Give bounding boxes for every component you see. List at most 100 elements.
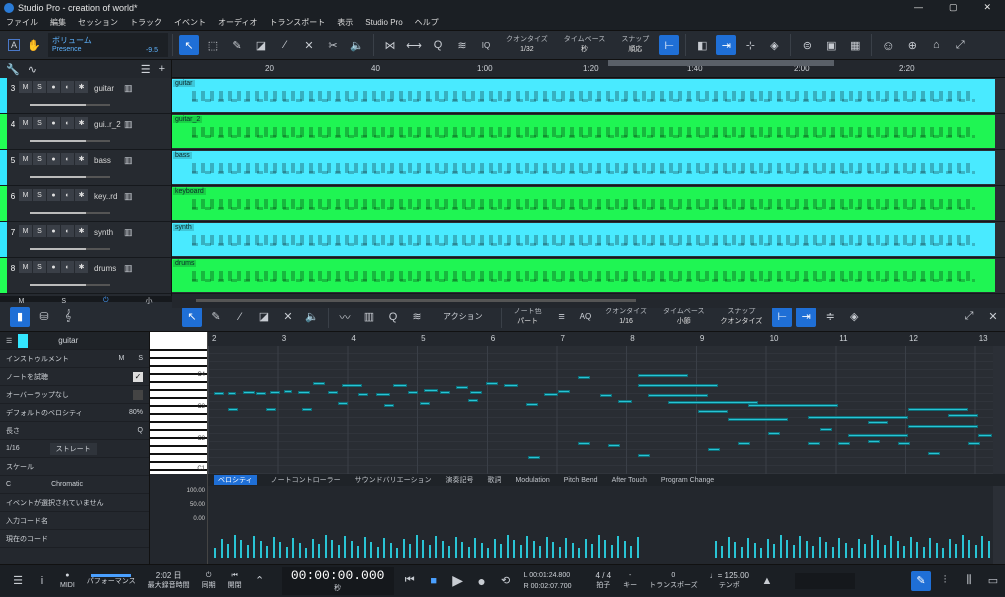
track-lane[interactable]: synth bbox=[172, 222, 1005, 258]
velocity-bar[interactable] bbox=[844, 543, 847, 558]
record-arm-button[interactable]: ● bbox=[47, 261, 60, 273]
menu-audio[interactable]: オーディオ bbox=[218, 17, 257, 28]
velocity-bar[interactable] bbox=[948, 539, 951, 558]
velocity-bar[interactable] bbox=[227, 544, 229, 558]
editor-paint-icon[interactable]: ⁄ bbox=[230, 307, 250, 327]
fullscreen-icon[interactable]: ⤢ bbox=[950, 35, 970, 55]
track-row[interactable]: 6 M S ● ◐ ✱ key..rd ▥ bbox=[0, 186, 171, 222]
editor-follow-icon[interactable]: ⇥ bbox=[796, 306, 817, 327]
record-arm-button[interactable]: ● bbox=[47, 225, 60, 237]
track-volume-slider[interactable] bbox=[30, 284, 110, 286]
midi-note[interactable] bbox=[808, 416, 908, 419]
velocity-bar[interactable] bbox=[838, 538, 840, 558]
midi-note[interactable] bbox=[486, 382, 498, 385]
mute-button[interactable]: M bbox=[19, 225, 32, 237]
monitor-button[interactable]: ◐ bbox=[61, 81, 74, 93]
midi-note[interactable] bbox=[284, 390, 292, 393]
midi-clip[interactable]: guitar bbox=[172, 79, 995, 112]
tempo-display[interactable]: ♩= 125.00 テンポ bbox=[710, 571, 749, 591]
fx-icon[interactable]: ✱ bbox=[75, 225, 88, 237]
rewind-icon[interactable]: ⏮ bbox=[400, 571, 420, 591]
menu-event[interactable]: イベント bbox=[174, 17, 206, 28]
velocity-bar[interactable] bbox=[792, 545, 795, 558]
record-arm-button[interactable]: ● bbox=[47, 189, 60, 201]
split-event-icon[interactable]: ⋈ bbox=[380, 35, 400, 55]
split-tool-icon[interactable]: ✂ bbox=[323, 35, 343, 55]
velocity-bar[interactable] bbox=[266, 546, 268, 558]
solo-button[interactable]: S bbox=[33, 117, 46, 129]
velocity-bar[interactable] bbox=[740, 547, 743, 558]
mute-button[interactable]: M bbox=[19, 153, 32, 165]
audition-checkbox[interactable]: ✓ bbox=[133, 371, 143, 382]
velocity-bar[interactable] bbox=[786, 540, 788, 558]
velocity-bar[interactable] bbox=[331, 540, 333, 558]
menu-view[interactable]: 表示 bbox=[337, 17, 353, 28]
track-row[interactable]: 5 M S ● ◐ ✱ bass ▥ bbox=[0, 150, 171, 186]
loop-range[interactable] bbox=[608, 60, 834, 66]
midi-note[interactable] bbox=[526, 403, 538, 406]
velocity-bar[interactable] bbox=[604, 540, 606, 558]
editor-eraser-icon[interactable]: ◪ bbox=[254, 307, 274, 327]
note-color-select[interactable]: ノート色 パート bbox=[514, 307, 542, 327]
action-button[interactable]: アクション bbox=[443, 311, 483, 322]
arrow-tool-icon[interactable]: ↖ bbox=[179, 35, 199, 55]
editor-cursor-icon[interactable]: ≑ bbox=[820, 307, 840, 327]
midi-note[interactable] bbox=[638, 454, 650, 457]
midi-clip[interactable]: drums bbox=[172, 259, 995, 292]
controller-tab[interactable]: 歌詞 bbox=[487, 475, 501, 485]
midi-note[interactable] bbox=[528, 456, 540, 459]
midi-note[interactable] bbox=[748, 404, 838, 407]
performance-monitor[interactable]: パフォーマンス bbox=[87, 574, 136, 587]
scratchpad-icon[interactable]: ⊜ bbox=[797, 35, 817, 55]
velocity-lane[interactable] bbox=[208, 486, 993, 564]
velocity-bar[interactable] bbox=[857, 539, 860, 558]
velocity-bar[interactable] bbox=[831, 547, 834, 558]
stop-icon[interactable]: ■ bbox=[424, 571, 444, 591]
velocity-bar[interactable] bbox=[942, 548, 944, 558]
midi-note[interactable] bbox=[328, 391, 338, 394]
midi-note[interactable] bbox=[648, 394, 708, 397]
midi-clip[interactable]: guitar_2 bbox=[172, 115, 995, 148]
add-track-icon[interactable]: + bbox=[159, 63, 165, 75]
note-grid[interactable] bbox=[208, 346, 993, 474]
velocity-bar[interactable] bbox=[389, 543, 392, 558]
velocity-bar[interactable] bbox=[818, 537, 821, 558]
solo-button[interactable]: S bbox=[33, 81, 46, 93]
time-display[interactable]: 00:00:00.000 秒 bbox=[281, 566, 394, 595]
midi-note[interactable] bbox=[228, 392, 236, 395]
loop-icon[interactable]: ⟲ bbox=[496, 571, 516, 591]
track-volume-slider[interactable] bbox=[30, 104, 110, 106]
track-volume-slider[interactable] bbox=[30, 212, 110, 214]
piano-icon[interactable]: ▥ bbox=[359, 307, 379, 327]
grid-view-icon[interactable]: A bbox=[8, 39, 20, 51]
velocity-bar[interactable] bbox=[285, 547, 288, 558]
time-signature[interactable]: 4 / 4 拍子 bbox=[596, 571, 612, 591]
track-lane[interactable]: keyboard bbox=[172, 186, 1005, 222]
velocity-bar[interactable] bbox=[324, 535, 327, 558]
midi-note[interactable] bbox=[228, 408, 238, 411]
velocity-bar[interactable] bbox=[220, 539, 223, 558]
menu-studio-pro[interactable]: Studio Pro bbox=[365, 18, 402, 27]
controller-tab[interactable]: 演奏記号 bbox=[445, 475, 473, 485]
transpose-display[interactable]: 0 トランスポーズ bbox=[649, 571, 698, 591]
editor-quantize-select[interactable]: クオンタイズ 1/16 bbox=[605, 307, 647, 327]
cursor-icon[interactable]: ⊹ bbox=[740, 35, 760, 55]
midi-note[interactable] bbox=[768, 432, 780, 435]
arrange-scrollbar[interactable] bbox=[172, 294, 1005, 308]
velocity-bar[interactable] bbox=[233, 535, 236, 558]
velocity-bar[interactable] bbox=[883, 545, 886, 558]
loop-locators[interactable]: L 00:01:24.800 R 00:02:07.700 bbox=[524, 570, 572, 592]
listen-tool-icon[interactable]: 🔈 bbox=[347, 35, 367, 55]
keyboard-icon[interactable]: ▥ bbox=[124, 78, 133, 94]
midi-note[interactable] bbox=[948, 414, 978, 417]
velocity-bar[interactable] bbox=[753, 543, 756, 558]
velocity-bar[interactable] bbox=[870, 535, 873, 558]
pencil-tool-icon[interactable]: ✎ bbox=[227, 35, 247, 55]
velocity-bar[interactable] bbox=[370, 542, 372, 558]
velocity-bar[interactable] bbox=[363, 537, 366, 558]
velocity-bar[interactable] bbox=[617, 536, 619, 558]
velocity-bar[interactable] bbox=[545, 537, 548, 558]
sync-button[interactable]: ⏻ 同期 bbox=[202, 571, 216, 591]
play-icon[interactable]: ▶ bbox=[448, 571, 468, 591]
mute-button[interactable]: M bbox=[19, 261, 32, 273]
